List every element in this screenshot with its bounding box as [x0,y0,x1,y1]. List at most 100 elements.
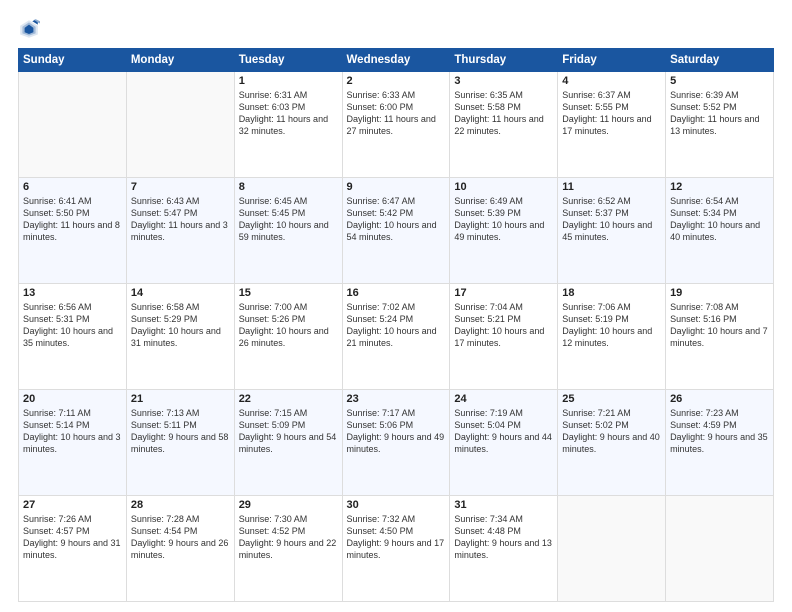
cell-info: Sunrise: 6:56 AMSunset: 5:31 PMDaylight:… [23,302,113,348]
cell-info: Sunrise: 7:11 AMSunset: 5:14 PMDaylight:… [23,408,121,454]
cell-info: Sunrise: 6:37 AMSunset: 5:55 PMDaylight:… [562,90,651,136]
weekday-tuesday: Tuesday [234,49,342,72]
cell-info: Sunrise: 7:26 AMSunset: 4:57 PMDaylight:… [23,514,121,560]
day-number: 5 [670,75,769,87]
day-number: 22 [239,393,338,405]
cell-info: Sunrise: 7:04 AMSunset: 5:21 PMDaylight:… [454,302,544,348]
day-number: 9 [347,181,446,193]
cell-info: Sunrise: 7:34 AMSunset: 4:48 PMDaylight:… [454,514,552,560]
cell-info: Sunrise: 6:41 AMSunset: 5:50 PMDaylight:… [23,196,120,242]
week-row-5: 27 Sunrise: 7:26 AMSunset: 4:57 PMDaylig… [19,496,774,602]
cell-info: Sunrise: 7:08 AMSunset: 5:16 PMDaylight:… [670,302,768,348]
cell-info: Sunrise: 7:30 AMSunset: 4:52 PMDaylight:… [239,514,337,560]
weekday-header-row: SundayMondayTuesdayWednesdayThursdayFrid… [19,49,774,72]
day-number: 26 [670,393,769,405]
calendar-cell: 30 Sunrise: 7:32 AMSunset: 4:50 PMDaylig… [342,496,450,602]
day-number: 1 [239,75,338,87]
calendar-cell: 1 Sunrise: 6:31 AMSunset: 6:03 PMDayligh… [234,72,342,178]
weekday-sunday: Sunday [19,49,127,72]
calendar-cell: 17 Sunrise: 7:04 AMSunset: 5:21 PMDaylig… [450,284,558,390]
header [18,18,774,40]
day-number: 11 [562,181,661,193]
day-number: 10 [454,181,553,193]
week-row-4: 20 Sunrise: 7:11 AMSunset: 5:14 PMDaylig… [19,390,774,496]
calendar-cell: 12 Sunrise: 6:54 AMSunset: 5:34 PMDaylig… [666,178,774,284]
calendar-cell [19,72,127,178]
cell-info: Sunrise: 7:17 AMSunset: 5:06 PMDaylight:… [347,408,445,454]
day-number: 28 [131,499,230,511]
calendar-cell: 8 Sunrise: 6:45 AMSunset: 5:45 PMDayligh… [234,178,342,284]
day-number: 30 [347,499,446,511]
calendar-cell: 26 Sunrise: 7:23 AMSunset: 4:59 PMDaylig… [666,390,774,496]
calendar-cell: 27 Sunrise: 7:26 AMSunset: 4:57 PMDaylig… [19,496,127,602]
calendar-cell: 14 Sunrise: 6:58 AMSunset: 5:29 PMDaylig… [126,284,234,390]
calendar-cell: 9 Sunrise: 6:47 AMSunset: 5:42 PMDayligh… [342,178,450,284]
calendar-cell: 25 Sunrise: 7:21 AMSunset: 5:02 PMDaylig… [558,390,666,496]
cell-info: Sunrise: 6:54 AMSunset: 5:34 PMDaylight:… [670,196,760,242]
day-number: 12 [670,181,769,193]
calendar-cell: 11 Sunrise: 6:52 AMSunset: 5:37 PMDaylig… [558,178,666,284]
calendar-cell: 7 Sunrise: 6:43 AMSunset: 5:47 PMDayligh… [126,178,234,284]
day-number: 13 [23,287,122,299]
calendar-cell: 28 Sunrise: 7:28 AMSunset: 4:54 PMDaylig… [126,496,234,602]
cell-info: Sunrise: 6:31 AMSunset: 6:03 PMDaylight:… [239,90,328,136]
day-number: 27 [23,499,122,511]
cell-info: Sunrise: 6:43 AMSunset: 5:47 PMDaylight:… [131,196,228,242]
calendar-cell: 2 Sunrise: 6:33 AMSunset: 6:00 PMDayligh… [342,72,450,178]
calendar-cell: 13 Sunrise: 6:56 AMSunset: 5:31 PMDaylig… [19,284,127,390]
calendar-cell [558,496,666,602]
calendar-cell: 10 Sunrise: 6:49 AMSunset: 5:39 PMDaylig… [450,178,558,284]
day-number: 16 [347,287,446,299]
cell-info: Sunrise: 6:39 AMSunset: 5:52 PMDaylight:… [670,90,759,136]
cell-info: Sunrise: 6:52 AMSunset: 5:37 PMDaylight:… [562,196,652,242]
day-number: 18 [562,287,661,299]
weekday-thursday: Thursday [450,49,558,72]
cell-info: Sunrise: 6:49 AMSunset: 5:39 PMDaylight:… [454,196,544,242]
logo [18,18,44,40]
calendar-cell: 21 Sunrise: 7:13 AMSunset: 5:11 PMDaylig… [126,390,234,496]
cell-info: Sunrise: 7:19 AMSunset: 5:04 PMDaylight:… [454,408,552,454]
day-number: 23 [347,393,446,405]
day-number: 8 [239,181,338,193]
calendar-table: SundayMondayTuesdayWednesdayThursdayFrid… [18,48,774,602]
calendar-cell: 19 Sunrise: 7:08 AMSunset: 5:16 PMDaylig… [666,284,774,390]
day-number: 14 [131,287,230,299]
calendar-cell: 6 Sunrise: 6:41 AMSunset: 5:50 PMDayligh… [19,178,127,284]
calendar-cell: 22 Sunrise: 7:15 AMSunset: 5:09 PMDaylig… [234,390,342,496]
cell-info: Sunrise: 6:47 AMSunset: 5:42 PMDaylight:… [347,196,437,242]
day-number: 2 [347,75,446,87]
cell-info: Sunrise: 6:33 AMSunset: 6:00 PMDaylight:… [347,90,436,136]
day-number: 20 [23,393,122,405]
day-number: 24 [454,393,553,405]
cell-info: Sunrise: 7:21 AMSunset: 5:02 PMDaylight:… [562,408,660,454]
calendar-cell: 20 Sunrise: 7:11 AMSunset: 5:14 PMDaylig… [19,390,127,496]
cell-info: Sunrise: 7:23 AMSunset: 4:59 PMDaylight:… [670,408,768,454]
calendar-cell [666,496,774,602]
weekday-friday: Friday [558,49,666,72]
cell-info: Sunrise: 7:32 AMSunset: 4:50 PMDaylight:… [347,514,445,560]
day-number: 29 [239,499,338,511]
cell-info: Sunrise: 6:35 AMSunset: 5:58 PMDaylight:… [454,90,543,136]
day-number: 7 [131,181,230,193]
cell-info: Sunrise: 7:06 AMSunset: 5:19 PMDaylight:… [562,302,652,348]
cell-info: Sunrise: 7:28 AMSunset: 4:54 PMDaylight:… [131,514,229,560]
day-number: 15 [239,287,338,299]
calendar-cell: 3 Sunrise: 6:35 AMSunset: 5:58 PMDayligh… [450,72,558,178]
week-row-3: 13 Sunrise: 6:56 AMSunset: 5:31 PMDaylig… [19,284,774,390]
week-row-1: 1 Sunrise: 6:31 AMSunset: 6:03 PMDayligh… [19,72,774,178]
calendar-cell: 15 Sunrise: 7:00 AMSunset: 5:26 PMDaylig… [234,284,342,390]
cell-info: Sunrise: 7:15 AMSunset: 5:09 PMDaylight:… [239,408,337,454]
day-number: 4 [562,75,661,87]
cell-info: Sunrise: 7:13 AMSunset: 5:11 PMDaylight:… [131,408,229,454]
week-row-2: 6 Sunrise: 6:41 AMSunset: 5:50 PMDayligh… [19,178,774,284]
day-number: 3 [454,75,553,87]
cell-info: Sunrise: 6:45 AMSunset: 5:45 PMDaylight:… [239,196,329,242]
day-number: 17 [454,287,553,299]
calendar-cell: 24 Sunrise: 7:19 AMSunset: 5:04 PMDaylig… [450,390,558,496]
cell-info: Sunrise: 6:58 AMSunset: 5:29 PMDaylight:… [131,302,221,348]
page: SundayMondayTuesdayWednesdayThursdayFrid… [0,0,792,612]
day-number: 6 [23,181,122,193]
calendar-cell: 31 Sunrise: 7:34 AMSunset: 4:48 PMDaylig… [450,496,558,602]
weekday-wednesday: Wednesday [342,49,450,72]
calendar-cell: 4 Sunrise: 6:37 AMSunset: 5:55 PMDayligh… [558,72,666,178]
